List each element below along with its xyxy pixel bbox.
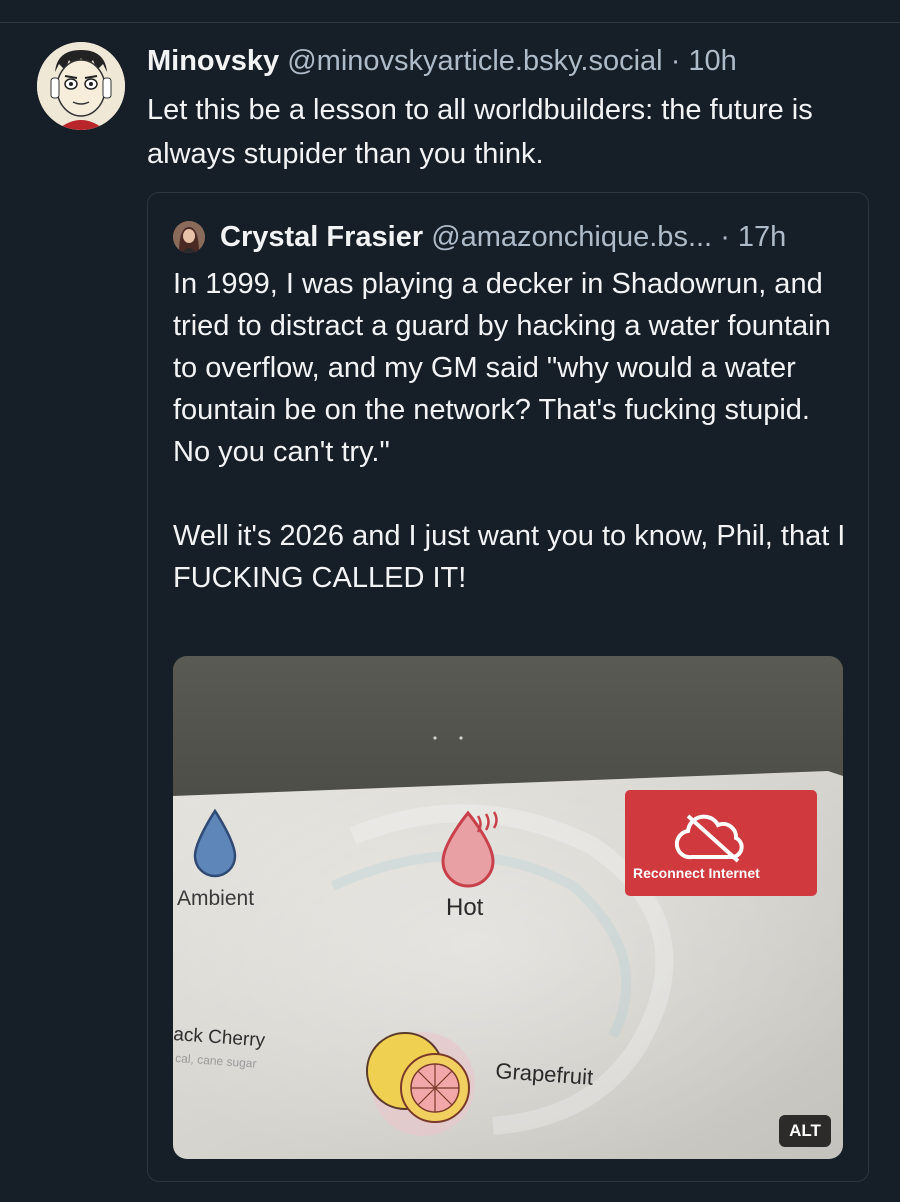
quoted-post-card[interactable]: Crystal Frasier @amazonchique.bs... · 17… [147, 192, 869, 1182]
quoted-author-handle[interactable]: @amazonchique.bs... [431, 221, 712, 253]
author-avatar[interactable] [37, 42, 125, 130]
manga-face-avatar-icon [37, 42, 125, 130]
reconnect-internet-label: Reconnect Internet [633, 865, 760, 881]
ambient-label: Ambient [177, 887, 254, 910]
post-header: Minovsky @minovskyarticle.bsky.social · … [147, 42, 737, 80]
author-display-name[interactable]: Minovsky [147, 45, 279, 77]
alt-text-badge[interactable]: ALT [779, 1115, 831, 1147]
quoted-header-separator: · [720, 221, 730, 253]
attached-photo[interactable]: Ambient Hot Reconnect Internet ack Cherr… [173, 656, 843, 1159]
quoted-author-avatar[interactable] [173, 221, 205, 253]
post-text: Let this be a lesson to all worldbuilder… [147, 94, 813, 170]
portrait-avatar-icon [173, 221, 205, 253]
quoted-post-header: Crystal Frasier @amazonchique.bs... · 17… [220, 218, 786, 256]
hot-label: Hot [446, 894, 484, 921]
quoted-post-timestamp[interactable]: 17h [738, 221, 786, 253]
fountain-screen-photo: Ambient Hot Reconnect Internet ack Cherr… [173, 656, 843, 1159]
quoted-author-display-name[interactable]: Crystal Frasier [220, 221, 423, 253]
top-divider [0, 22, 900, 23]
quoted-post-text: In 1999, I was playing a decker in Shado… [173, 268, 846, 594]
header-separator: · [670, 45, 681, 77]
post-timestamp[interactable]: 10h [688, 45, 736, 77]
author-handle[interactable]: @minovskyarticle.bsky.social [287, 45, 662, 77]
